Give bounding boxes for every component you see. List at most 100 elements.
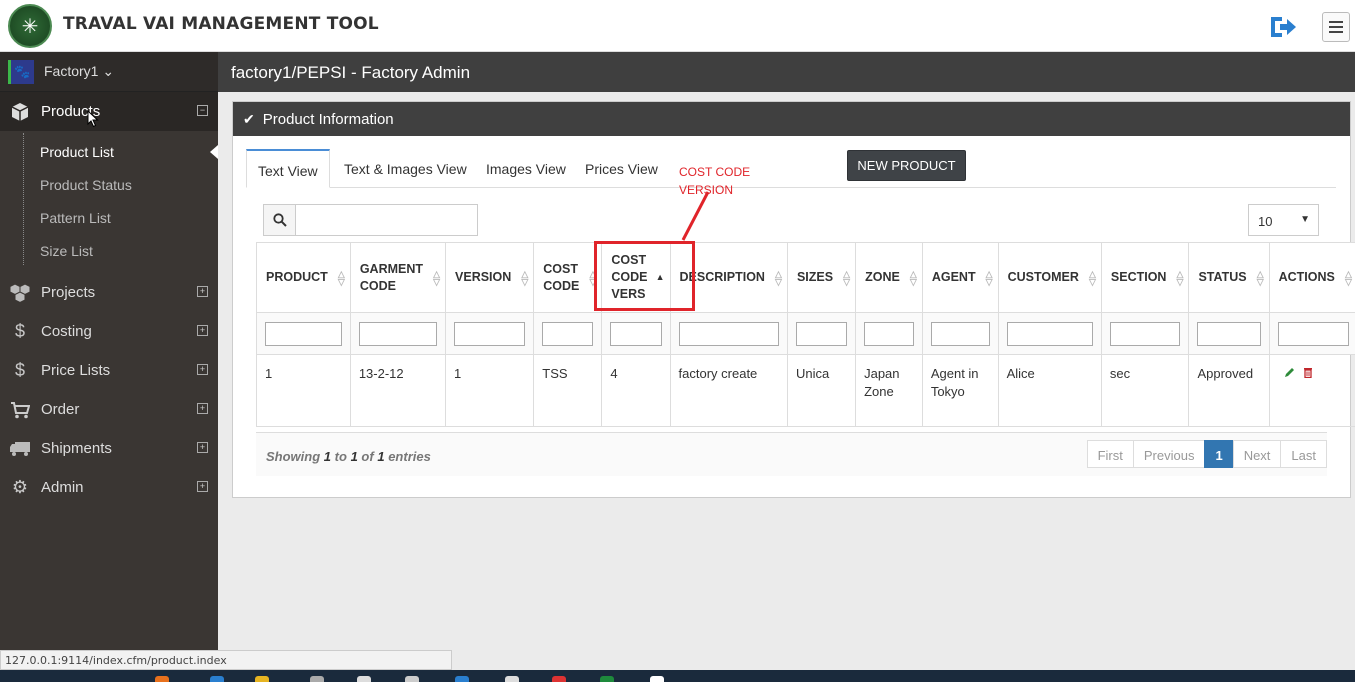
column-header[interactable]: ACTIONS △ ▽	[1268, 242, 1355, 313]
column-header[interactable]: STATUS △ ▽	[1188, 242, 1270, 313]
taskbar-app-icon[interactable]	[552, 676, 566, 682]
check-icon: ✔	[243, 110, 255, 127]
sort-both-icon[interactable]: △ ▽	[1257, 270, 1264, 287]
hamburger-menu-icon[interactable]	[1322, 12, 1350, 42]
sort-both-icon[interactable]: △ ▽	[1177, 270, 1184, 287]
column-header[interactable]: AGENT △ ▽	[921, 242, 999, 313]
taskbar-app-icon[interactable]	[255, 676, 269, 682]
column-header[interactable]: GARMENT CODE △ ▽	[349, 242, 447, 313]
sidebar-item-costing[interactable]: $ Costing +	[0, 312, 218, 351]
search-icon[interactable]	[264, 205, 296, 235]
column-filter-input[interactable]	[1277, 321, 1349, 346]
column-filter-input[interactable]	[930, 321, 990, 346]
column-header[interactable]: VERSION △ ▽	[445, 242, 535, 313]
search-input[interactable]	[296, 205, 477, 235]
filter-cell	[256, 312, 351, 355]
taskbar-app-icon[interactable]	[455, 676, 469, 682]
logout-icon[interactable]	[1268, 14, 1298, 40]
column-header[interactable]: SECTION △ ▽	[1100, 242, 1190, 313]
tab-images-view[interactable]: Images View	[475, 149, 577, 188]
taskbar-app-icon[interactable]	[357, 676, 371, 682]
collapse-icon[interactable]: −	[197, 105, 208, 116]
page-length-value: 10	[1258, 214, 1273, 229]
sidebar-item-projects[interactable]: Projects +	[0, 273, 218, 312]
page-length-select[interactable]: 10 ▼	[1248, 204, 1319, 236]
column-header-label: AGENT	[931, 270, 976, 284]
sidebar-item-price-lists[interactable]: $ Price Lists +	[0, 351, 218, 390]
column-filter-input[interactable]	[1197, 321, 1261, 346]
taskbar-app-icon[interactable]	[310, 676, 324, 682]
new-product-button[interactable]: NEW PRODUCT	[847, 150, 966, 181]
column-header[interactable]: PRODUCT △ ▽	[256, 242, 351, 313]
column-header[interactable]: DESCRIPTION △ ▽	[669, 242, 788, 313]
sort-ascending-icon[interactable]: ▲	[656, 273, 665, 282]
column-header[interactable]: SIZES △ ▽	[786, 242, 857, 313]
column-filter-input[interactable]	[358, 321, 438, 346]
expand-icon[interactable]: +	[197, 325, 208, 336]
column-filter-input[interactable]	[795, 321, 848, 346]
column-filter-input[interactable]	[1109, 321, 1181, 346]
pager-first[interactable]: First	[1086, 440, 1134, 468]
sidebar-subitem-pattern-list[interactable]: Pattern List	[0, 201, 218, 234]
expand-icon[interactable]: +	[197, 364, 208, 375]
factory-selector[interactable]: 🐾 Factory1 ⌄	[0, 52, 218, 92]
subitem-label: Product List	[40, 143, 114, 160]
column-filter-input[interactable]	[678, 321, 779, 346]
tab-prices-view[interactable]: Prices View	[574, 149, 669, 188]
filter-cell	[1188, 312, 1270, 355]
sort-both-icon[interactable]: △ ▽	[338, 270, 345, 287]
sort-both-icon[interactable]: △ ▽	[910, 270, 917, 287]
tab-text-view[interactable]: Text View	[246, 149, 330, 188]
taskbar-app-icon[interactable]	[405, 676, 419, 682]
sidebar-item-admin[interactable]: ⚙ Admin +	[0, 468, 218, 507]
sidebar-item-products[interactable]: Products −	[0, 92, 218, 131]
expand-icon[interactable]: +	[197, 403, 208, 414]
pager-last[interactable]: Last	[1280, 440, 1327, 468]
taskbar-app-icon[interactable]	[505, 676, 519, 682]
taskbar-app-icon[interactable]	[155, 676, 169, 682]
expand-icon[interactable]: +	[197, 442, 208, 453]
taskbar-app-icon[interactable]	[210, 676, 224, 682]
sort-both-icon[interactable]: △ ▽	[433, 270, 440, 287]
pager-previous[interactable]: Previous	[1132, 440, 1206, 468]
sidebar-subitem-product-list[interactable]: Product List	[0, 135, 218, 168]
column-header-label: DESCRIPTION	[679, 270, 765, 284]
product-information-panel: ✔ Product Information Text View Text & I…	[232, 101, 1355, 498]
column-filter-input[interactable]	[542, 321, 594, 346]
column-header[interactable]: COST CODE △ ▽	[533, 242, 603, 313]
pager-page-1[interactable]: 1	[1204, 440, 1234, 468]
sort-both-icon[interactable]: △ ▽	[521, 270, 528, 287]
sort-both-icon[interactable]: △ ▽	[843, 270, 850, 287]
expand-icon[interactable]: +	[197, 286, 208, 297]
cube-icon	[9, 101, 31, 123]
sort-both-icon[interactable]: △ ▽	[589, 270, 596, 287]
column-header[interactable]: ZONE △ ▽	[855, 242, 923, 313]
filter-cell	[1100, 312, 1190, 355]
column-filter-input[interactable]	[265, 321, 342, 346]
sidebar-item-order[interactable]: Order +	[0, 390, 218, 429]
expand-icon[interactable]: +	[197, 481, 208, 492]
sidebar-subitem-size-list[interactable]: Size List	[0, 234, 218, 267]
pager-next[interactable]: Next	[1232, 440, 1282, 468]
sidebar-subitem-product-status[interactable]: Product Status	[0, 168, 218, 201]
table-cell: Agent in Tokyo	[921, 354, 999, 427]
column-header[interactable]: CUSTOMER △ ▽	[997, 242, 1102, 313]
column-header[interactable]: COST CODE VERS ▲	[601, 242, 671, 313]
column-filter-input[interactable]	[864, 321, 914, 346]
column-header-label: ZONE	[865, 270, 900, 284]
delete-trash-icon[interactable]	[1303, 365, 1313, 383]
sidebar-item-shipments[interactable]: Shipments +	[0, 429, 218, 468]
sort-both-icon[interactable]: △ ▽	[1345, 270, 1352, 287]
sort-both-icon[interactable]: △ ▽	[1089, 270, 1096, 287]
sort-both-icon[interactable]: △ ▽	[986, 270, 993, 287]
column-filter-input[interactable]	[1006, 321, 1093, 346]
sidebar-item-label: Price Lists	[41, 362, 111, 379]
sort-both-icon[interactable]: △ ▽	[775, 270, 782, 287]
column-filter-input[interactable]	[454, 321, 526, 346]
taskbar-app-icon[interactable]	[650, 676, 664, 682]
tab-text-images-view[interactable]: Text & Images View	[333, 149, 478, 188]
edit-pencil-icon[interactable]	[1284, 365, 1295, 383]
taskbar-app-icon[interactable]	[600, 676, 614, 682]
table-row[interactable]: 1 13-2-12 1 TSS 4 factory create Unica Japan Zo…	[256, 354, 1355, 427]
column-filter-input[interactable]	[610, 321, 662, 346]
